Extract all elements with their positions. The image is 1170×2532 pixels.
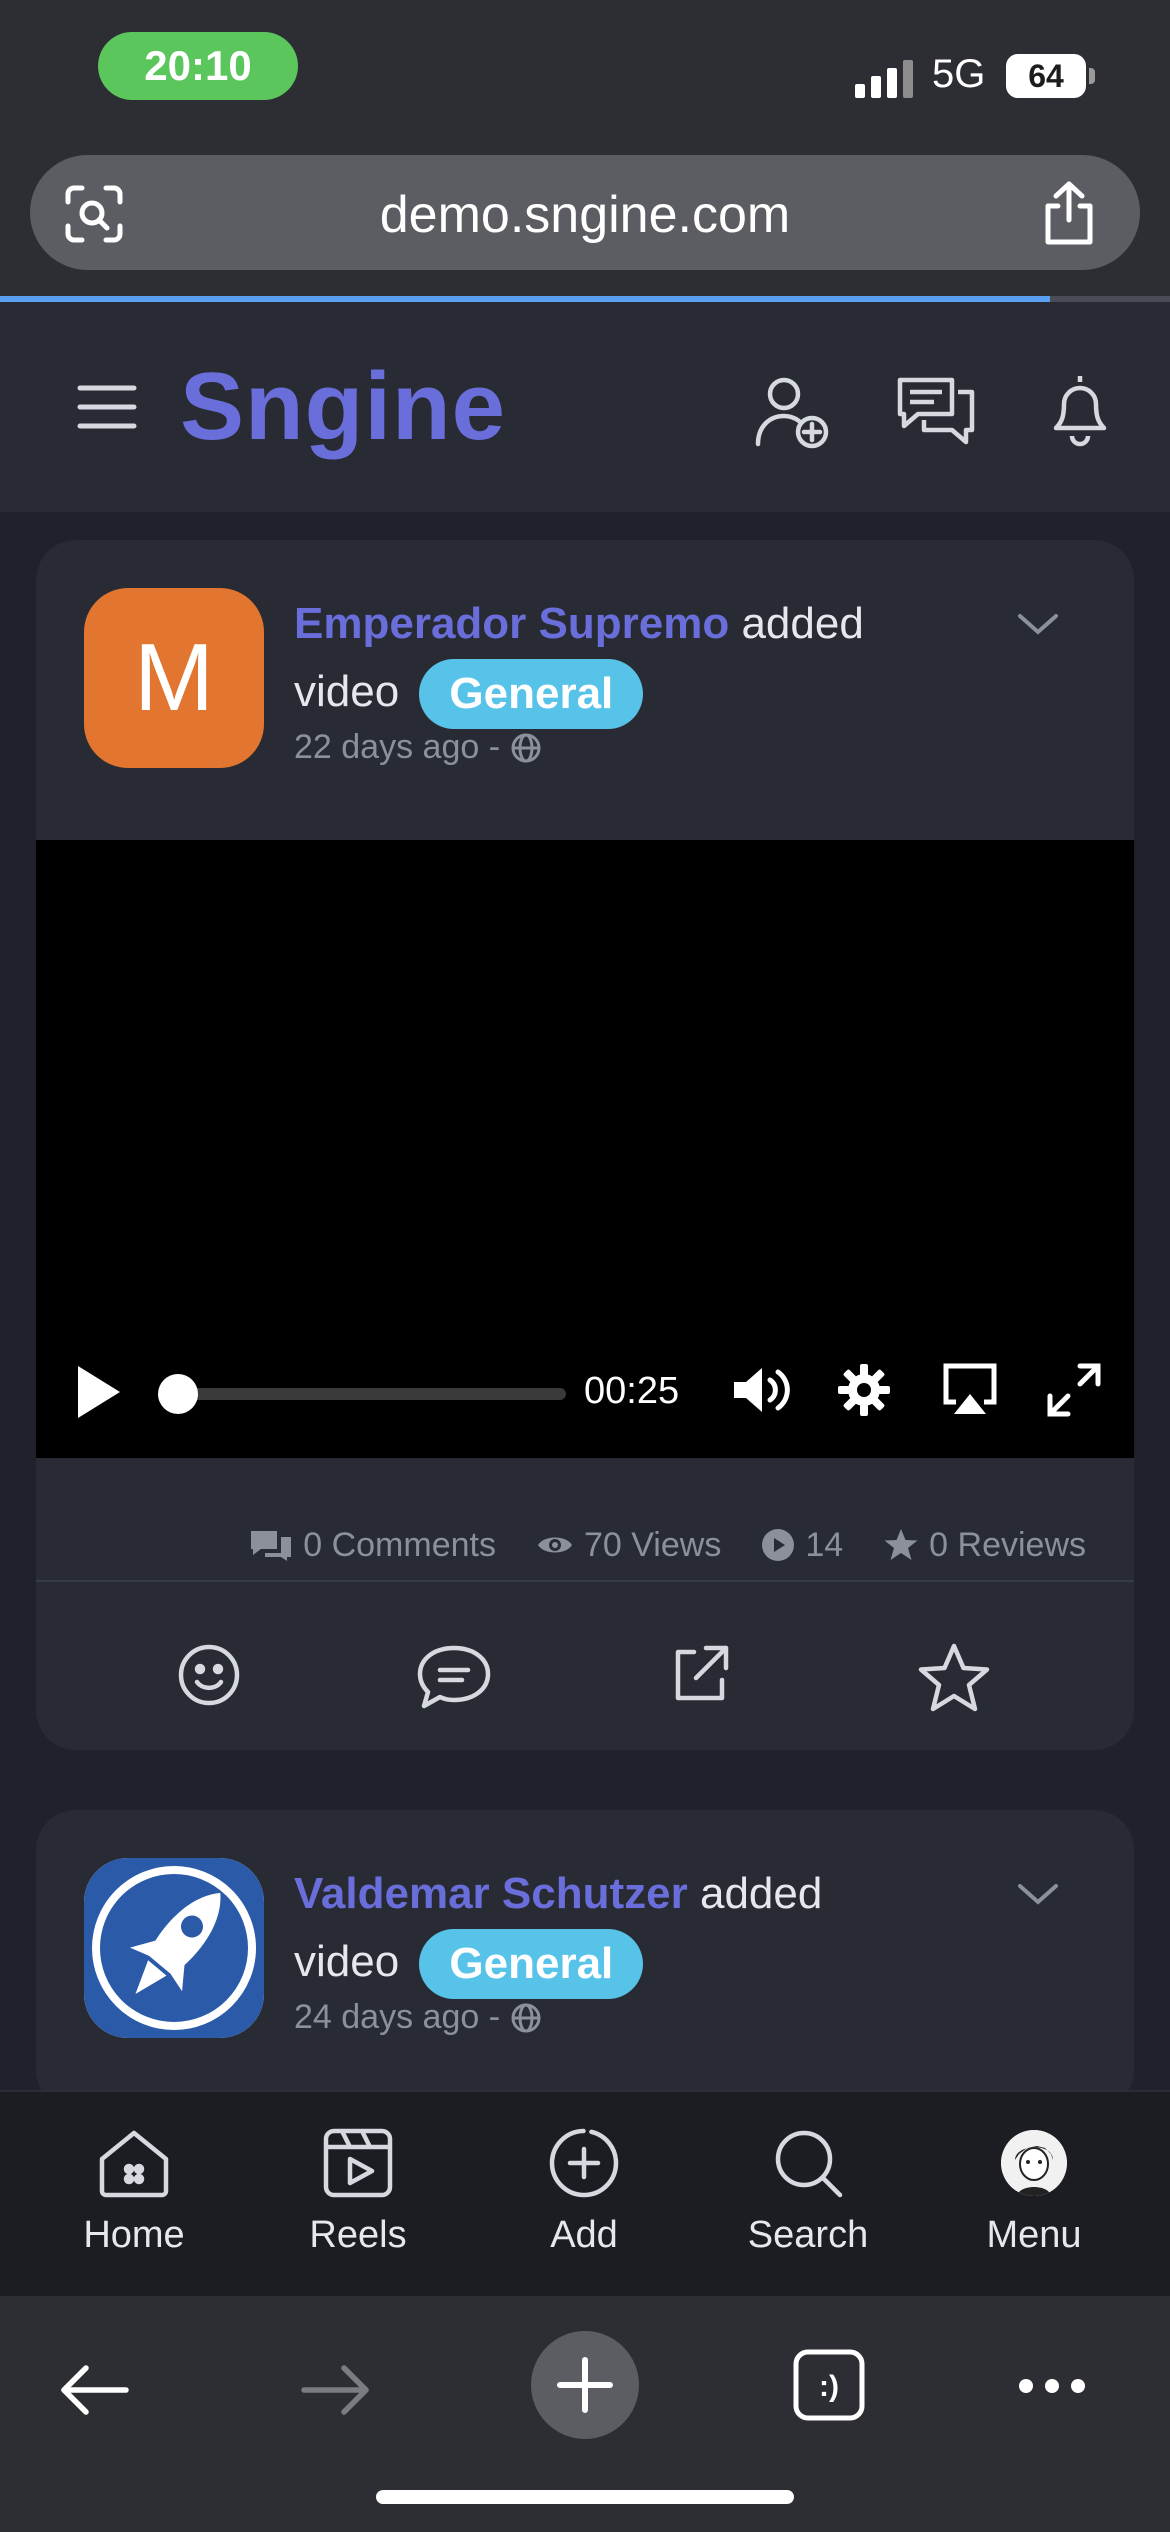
post-action-text: added	[741, 599, 864, 648]
avatar[interactable]: M	[84, 588, 264, 768]
react-smiley-icon[interactable]	[176, 1642, 242, 1713]
post-object-text: video	[294, 1937, 400, 1986]
share-post-icon[interactable]	[668, 1642, 732, 1711]
airplay-icon[interactable]	[942, 1362, 998, 1423]
nav-menu[interactable]: Menu	[922, 2092, 1146, 2298]
chevron-down-icon[interactable]	[1016, 1880, 1060, 1915]
comments-icon	[251, 1531, 292, 1561]
eye-icon	[537, 1537, 572, 1553]
menu-avatar-icon	[1001, 2118, 1067, 2208]
globe-icon	[511, 2003, 541, 2032]
nav-reels-label: Reels	[309, 2214, 407, 2256]
search-icon	[770, 2118, 846, 2208]
network-label: 5G	[932, 52, 986, 96]
settings-gear-icon[interactable]	[838, 1364, 890, 1421]
svg-text::): :)	[819, 2370, 839, 2403]
seek-handle[interactable]	[158, 1374, 198, 1414]
forward-arrow-icon[interactable]	[300, 2362, 372, 2423]
nav-add-label: Add	[550, 2214, 618, 2256]
messages-icon[interactable]	[896, 374, 976, 457]
video-seek-bar[interactable]	[166, 1388, 566, 1400]
divider	[36, 1580, 1134, 1582]
avatar[interactable]	[84, 1858, 264, 2038]
post-time-text[interactable]: 24 days ago -	[294, 1998, 500, 2037]
add-icon	[546, 2118, 622, 2208]
category-badge[interactable]: General	[419, 659, 644, 730]
views-count: 70 Views	[583, 1525, 722, 1564]
chevron-down-icon[interactable]	[1016, 610, 1060, 645]
fullscreen-icon[interactable]	[1046, 1362, 1102, 1423]
volume-icon[interactable]	[732, 1366, 792, 1419]
app-logo[interactable]: Sngine	[180, 352, 506, 462]
nav-add[interactable]: Add	[472, 2092, 696, 2298]
nav-reels[interactable]: Reels	[246, 2092, 470, 2298]
add-friend-icon[interactable]	[752, 372, 832, 457]
app-header: Sngine	[0, 302, 1170, 512]
post-timestamp: 22 days ago -	[294, 728, 542, 767]
status-bar: 20:10 5G 64	[0, 0, 1170, 150]
notifications-bell-icon[interactable]	[1040, 370, 1120, 455]
nav-home[interactable]: Home	[22, 2092, 246, 2298]
home-indicator	[376, 2490, 794, 2504]
battery-tip	[1089, 68, 1095, 84]
rocket-logo-icon	[84, 1858, 264, 2038]
url-text: demo.sngine.com	[379, 186, 791, 244]
post-timestamp: 24 days ago -	[294, 1998, 542, 2037]
nav-home-label: Home	[83, 2214, 185, 2256]
plays-count: 14	[805, 1525, 844, 1564]
post-header: Emperador Supremo added video General	[294, 590, 1014, 730]
plays-stat: 14	[761, 1526, 843, 1565]
video-time: 00:25	[584, 1370, 680, 1412]
post-card: M Emperador Supremo added video General …	[36, 540, 1134, 1750]
post-author-link[interactable]: Valdemar Schutzer	[294, 1869, 688, 1918]
comments-count: 0 Comments	[303, 1525, 496, 1564]
reviews-stat[interactable]: 0 Reviews	[883, 1526, 1086, 1565]
status-time: 20:10	[98, 32, 298, 100]
bottom-navigation: Home Reels Add Search Menu	[0, 2090, 1170, 2296]
nav-search[interactable]: Search	[696, 2092, 920, 2298]
post-action-text: added	[699, 1869, 823, 1918]
category-badge[interactable]: General	[419, 1929, 644, 2000]
play-circle-icon	[762, 1529, 795, 1561]
post-actions	[36, 1620, 1134, 1740]
post-time-text[interactable]: 22 days ago -	[294, 728, 500, 767]
post-card: Valdemar Schutzer added video General 24…	[36, 1810, 1134, 2110]
post-header: Valdemar Schutzer added video General	[294, 1860, 1014, 2000]
browser-url-bar-area: demo.sngine.com	[0, 150, 1170, 298]
back-arrow-icon[interactable]	[58, 2362, 130, 2423]
home-icon	[96, 2118, 172, 2208]
reviews-count: 0 Reviews	[929, 1525, 1086, 1564]
share-icon[interactable]	[1040, 180, 1098, 251]
star-icon	[884, 1529, 918, 1560]
review-star-icon[interactable]	[916, 1642, 992, 1719]
views-stat: 70 Views	[536, 1526, 721, 1565]
nav-search-label: Search	[747, 2214, 869, 2256]
globe-icon	[511, 733, 541, 762]
new-tab-button[interactable]	[530, 2330, 640, 2445]
url-field[interactable]: demo.sngine.com	[30, 155, 1140, 270]
battery-indicator: 64	[1006, 54, 1086, 98]
nav-menu-label: Menu	[986, 2214, 1082, 2256]
comments-stat[interactable]: 0 Comments	[249, 1526, 496, 1565]
reels-icon	[320, 2118, 396, 2208]
more-options-icon[interactable]	[1016, 2376, 1088, 2401]
hamburger-menu-icon[interactable]	[76, 382, 138, 437]
video-player[interactable]: 00:25	[36, 840, 1134, 1458]
play-icon[interactable]	[74, 1364, 122, 1425]
post-stats: 0 Comments 70 Views 14 0 Reviews	[36, 1500, 1134, 1590]
comment-icon[interactable]	[416, 1642, 492, 1717]
tabs-icon[interactable]: :)	[792, 2348, 866, 2427]
post-object-text: video	[294, 667, 400, 716]
visual-lookup-icon[interactable]	[62, 182, 126, 251]
signal-icon	[855, 58, 915, 98]
post-author-link[interactable]: Emperador Supremo	[294, 599, 729, 648]
video-controls: 00:25	[36, 1318, 1134, 1458]
